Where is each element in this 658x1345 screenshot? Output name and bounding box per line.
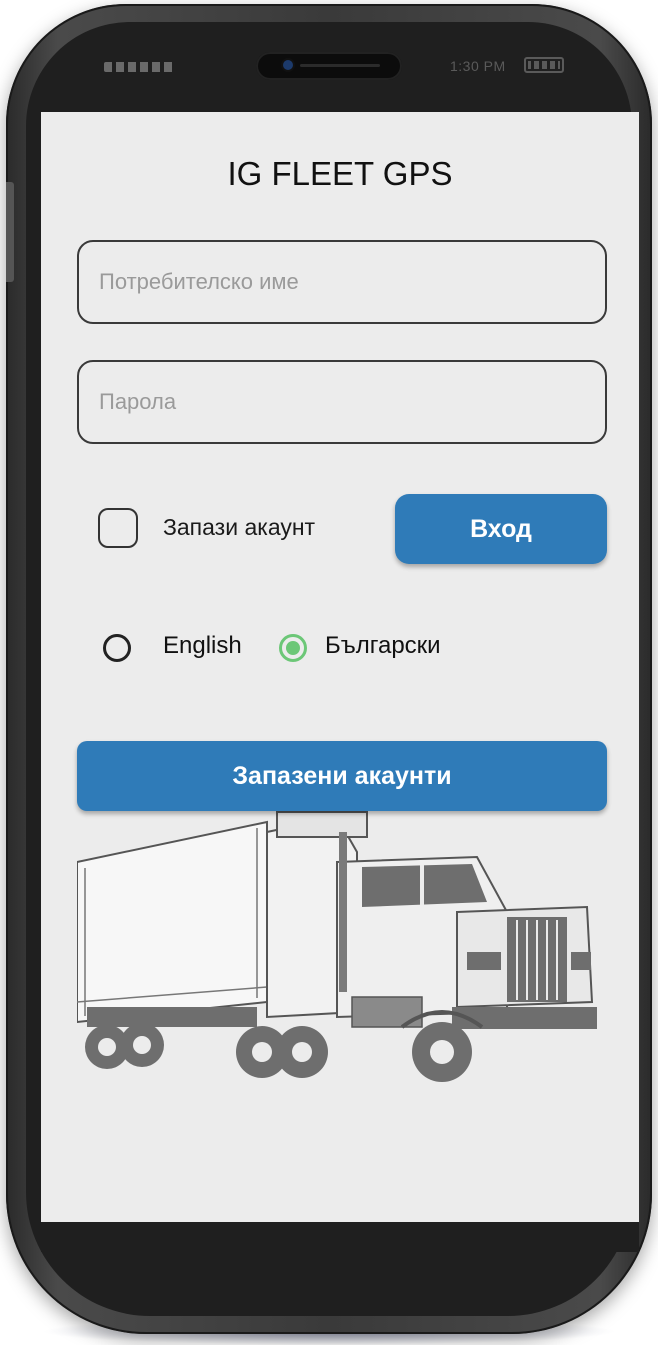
app-screen: IG FLEET GPS Запази акаунт Вход English …: [41, 112, 639, 1222]
password-input[interactable]: [77, 360, 607, 444]
language-radio-bulgarian[interactable]: [279, 634, 307, 662]
remember-account-checkbox[interactable]: [98, 508, 138, 548]
language-label-bulgarian[interactable]: Български: [325, 632, 441, 660]
front-camera-icon: [283, 60, 293, 70]
side-button: [6, 182, 14, 282]
speaker-grill: [300, 64, 380, 67]
phone-chin: [41, 1222, 639, 1252]
language-radio-english[interactable]: [103, 634, 131, 662]
truck-illustration-icon: [77, 811, 597, 1082]
saved-accounts-button[interactable]: Запазени акаунти: [77, 741, 607, 811]
radio-selected-dot: [286, 641, 300, 655]
remember-account-label[interactable]: Запази акаунт: [163, 514, 315, 541]
status-time: 1:30 PM: [450, 58, 506, 74]
signal-icon: [104, 62, 176, 72]
app-title: IG FLEET GPS: [227, 155, 453, 192]
login-button[interactable]: Вход: [395, 494, 607, 564]
battery-icon: [524, 57, 564, 73]
language-label-english[interactable]: English: [163, 632, 242, 660]
username-input[interactable]: [77, 240, 607, 324]
